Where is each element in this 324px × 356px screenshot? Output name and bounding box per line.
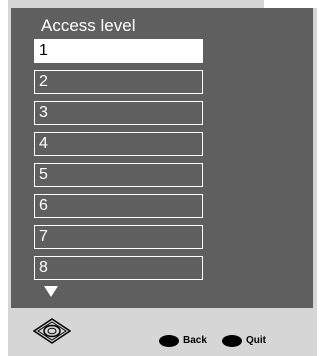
- access-level-option-6[interactable]: 6: [34, 194, 203, 218]
- back-key-icon[interactable]: [159, 335, 179, 347]
- menu-title: Access level: [41, 16, 136, 35]
- access-level-option-3[interactable]: 3: [34, 101, 203, 125]
- access-level-option-1[interactable]: 1: [34, 39, 203, 63]
- access-level-option-5[interactable]: 5: [34, 163, 203, 187]
- back-label[interactable]: Back: [183, 335, 207, 347]
- access-level-option-4[interactable]: 4: [34, 132, 203, 156]
- access-level-screen: Access level 1 2 3 4 5 6 7 8 Back Quit: [0, 0, 324, 356]
- quit-label[interactable]: Quit: [246, 335, 266, 347]
- panel-top-tab: [8, 0, 264, 8]
- down-triangle-icon: [44, 286, 58, 297]
- navigation-pad-icon: [33, 318, 71, 344]
- access-level-option-2[interactable]: 2: [34, 70, 203, 94]
- access-level-option-7[interactable]: 7: [34, 225, 203, 249]
- footer-bar: Back Quit: [8, 308, 317, 356]
- quit-key-icon[interactable]: [222, 335, 242, 347]
- access-level-option-8[interactable]: 8: [34, 256, 203, 280]
- menu-panel: Access level 1 2 3 4 5 6 7 8: [8, 8, 317, 308]
